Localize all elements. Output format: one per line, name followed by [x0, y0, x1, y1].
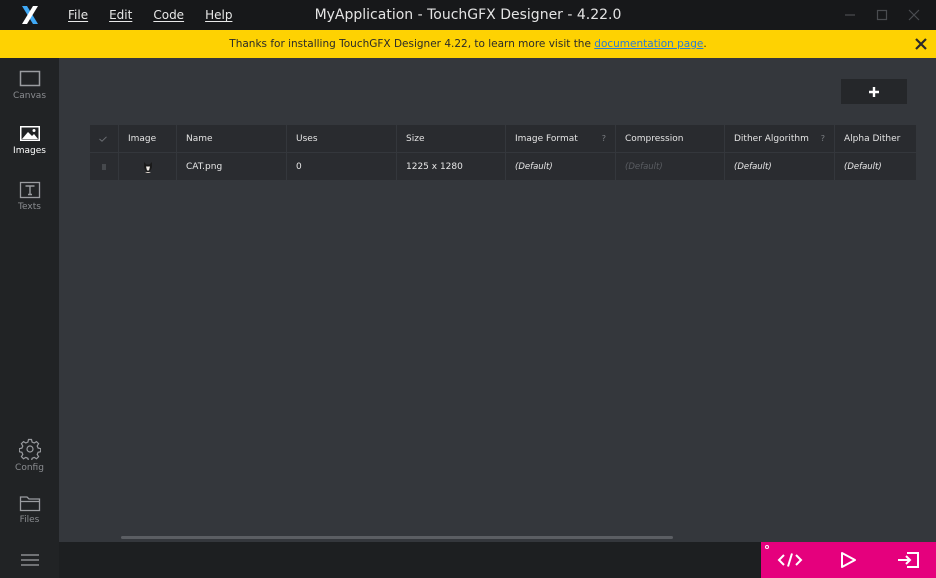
menu-edit[interactable]: Edit: [109, 8, 132, 22]
canvas-icon: [19, 70, 40, 87]
generate-code-button[interactable]: [773, 542, 807, 578]
sidebar-item-files[interactable]: Files: [0, 494, 59, 546]
column-header-alpha-dither[interactable]: Alpha Dither: [835, 125, 916, 152]
column-header-label: Dither Algorithm: [734, 133, 809, 144]
column-header-image[interactable]: Image: [119, 125, 177, 152]
column-header-name[interactable]: Name: [177, 125, 287, 152]
sidebar-item-config[interactable]: Config: [0, 438, 59, 490]
select-all-column[interactable]: [90, 125, 119, 152]
column-header-compression[interactable]: Compression: [616, 125, 725, 152]
left-sidebar: Canvas Images Texts Config Files: [0, 58, 59, 578]
alpha-dither-dropdown[interactable]: (Default): [835, 153, 916, 180]
window-controls: [834, 0, 930, 30]
minimize-icon: [845, 14, 855, 16]
banner-suffix: .: [703, 38, 707, 50]
column-header-dither-algorithm[interactable]: Dither Algorithm ?: [725, 125, 835, 152]
horizontal-scrollbar[interactable]: [121, 536, 673, 539]
cell-name: CAT.png: [177, 153, 287, 180]
minimize-button[interactable]: [834, 0, 866, 30]
cell-size: 1225 x 1280: [397, 153, 506, 180]
menu-file[interactable]: File: [68, 8, 88, 22]
image-thumbnail: [119, 153, 177, 180]
maximize-button[interactable]: [866, 0, 898, 30]
close-icon: [908, 9, 920, 21]
main-menu-button[interactable]: [0, 542, 59, 578]
sidebar-item-label: Texts: [18, 202, 41, 212]
run-on-target-icon: [898, 552, 919, 568]
cat-thumbnail-icon: [141, 160, 154, 173]
gear-icon: [18, 438, 41, 460]
menu-code[interactable]: Code: [153, 8, 184, 22]
maximize-icon: [876, 9, 888, 21]
banner-text: Thanks for installing TouchGFX Designer …: [229, 38, 591, 50]
column-header-size[interactable]: Size: [397, 125, 506, 152]
folder-icon: [19, 496, 40, 512]
dither-algorithm-dropdown[interactable]: (Default): [725, 153, 835, 180]
run-target-button[interactable]: [892, 542, 924, 578]
image-icon: [19, 126, 40, 141]
touchgfx-designer-window: File Edit Code Help MyApplication - Touc…: [0, 0, 936, 578]
table-header: Image Name Uses Size Image Format ? Comp…: [90, 125, 916, 152]
documentation-link[interactable]: documentation page: [594, 38, 703, 50]
row-drag-handle[interactable]: [90, 153, 119, 180]
banner-close-button[interactable]: [913, 36, 929, 52]
add-image-button[interactable]: [841, 79, 907, 104]
text-icon: [19, 181, 40, 199]
drag-handle-icon: [102, 164, 106, 169]
touchgfx-logo: [0, 0, 59, 30]
status-dot: [765, 545, 769, 549]
plus-icon: [869, 86, 879, 97]
run-simulator-button[interactable]: [833, 542, 863, 578]
sidebar-item-label: Canvas: [12, 91, 47, 101]
sidebar-item-canvas[interactable]: Canvas: [0, 70, 59, 122]
image-format-dropdown[interactable]: (Default): [506, 153, 616, 180]
hamburger-icon: [20, 554, 39, 566]
sidebar-item-label: Config: [15, 463, 44, 473]
sidebar-item-images[interactable]: Images: [0, 125, 59, 177]
help-icon[interactable]: ?: [821, 134, 825, 143]
help-icon[interactable]: ?: [602, 134, 606, 143]
table-row[interactable]: CAT.png 0 1225 x 1280 (Default) (Default…: [90, 153, 916, 180]
checkmark-icon: [99, 135, 107, 142]
column-header-uses[interactable]: Uses: [287, 125, 397, 152]
sidebar-item-label: Files: [19, 515, 40, 525]
cell-uses: 0: [287, 153, 397, 180]
column-header-label: Image Format: [515, 133, 578, 144]
sidebar-item-label: Images: [13, 146, 46, 156]
play-icon: [841, 552, 856, 568]
close-icon: [915, 38, 927, 50]
close-window-button[interactable]: [898, 0, 930, 30]
install-banner: Thanks for installing TouchGFX Designer …: [0, 30, 936, 58]
menu-bar: File Edit Code Help: [68, 0, 253, 30]
images-view: Image Name Uses Size Image Format ? Comp…: [59, 58, 936, 542]
images-table: Image Name Uses Size Image Format ? Comp…: [90, 125, 916, 180]
menu-help[interactable]: Help: [205, 8, 232, 22]
compression-dropdown: (Default): [616, 153, 725, 180]
title-bar: File Edit Code Help MyApplication - Touc…: [0, 0, 936, 30]
action-bar: [761, 542, 936, 578]
column-header-image-format[interactable]: Image Format ?: [506, 125, 616, 152]
code-icon: [777, 553, 803, 567]
sidebar-item-texts[interactable]: Texts: [0, 181, 59, 233]
banner-message: Thanks for installing TouchGFX Designer …: [0, 30, 936, 58]
